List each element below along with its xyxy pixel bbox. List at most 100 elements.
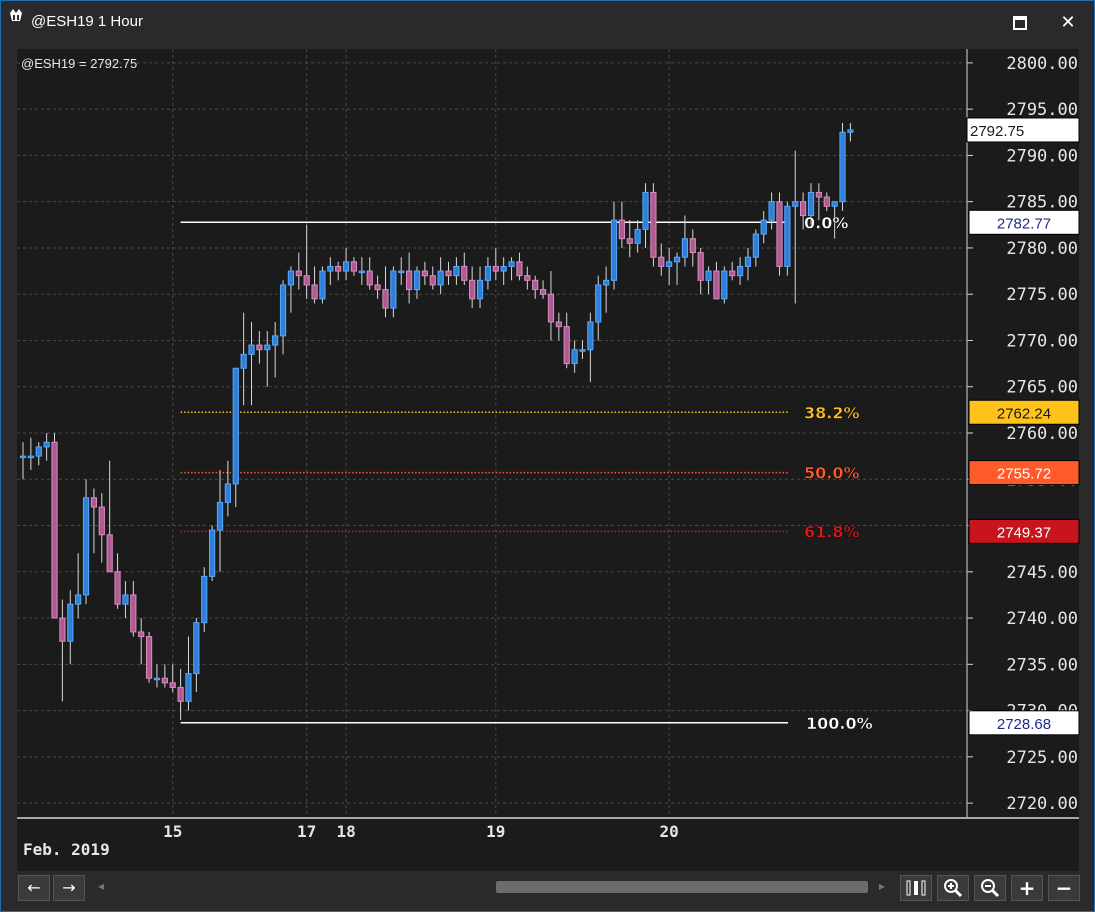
candle-down	[90, 497, 98, 508]
candle-down	[539, 289, 547, 295]
candle-down	[626, 238, 633, 244]
candle-up	[43, 441, 50, 448]
arrow-right-icon: →	[62, 878, 76, 897]
candle-up	[279, 284, 287, 337]
bar-spacing-button[interactable]	[900, 875, 932, 901]
candle-up	[831, 201, 838, 207]
candle-up	[807, 191, 815, 217]
candle-up	[792, 201, 799, 207]
x-tick-label: 15	[163, 822, 182, 841]
bar-spacing-icon	[906, 880, 926, 896]
candle-up	[752, 233, 759, 258]
candle-down	[311, 284, 318, 300]
y-tick-label: 2740.00	[1006, 609, 1078, 629]
candle-down	[815, 191, 822, 198]
remove-bars-button[interactable]: −	[1048, 875, 1080, 901]
candle-up	[27, 455, 34, 459]
candle-down	[697, 252, 704, 281]
scroll-forward-button[interactable]: →	[53, 875, 85, 901]
chart-toolbar: ← → ◂ ▸ + −	[16, 875, 1080, 901]
candle-down	[374, 284, 381, 291]
candle-down	[429, 275, 436, 286]
price-chart[interactable]: 2720.002725.002730.002735.002740.002745.…	[1, 1, 1094, 873]
candle-up	[193, 622, 200, 675]
candle-down	[461, 265, 468, 281]
candle-down	[516, 261, 523, 277]
candle-up	[240, 353, 247, 369]
candle-up	[839, 131, 846, 203]
candle-up	[232, 367, 239, 485]
y-tick-label: 2735.00	[1006, 655, 1078, 675]
fib-price-box-text: 2728.68	[997, 716, 1051, 733]
candle-up	[673, 256, 681, 263]
candle-up	[413, 270, 421, 291]
candle-down	[492, 265, 499, 272]
y-tick-label: 2780.00	[1006, 239, 1078, 259]
candle-up	[484, 265, 492, 281]
zoom-out-button[interactable]	[974, 875, 1006, 901]
zoom-in-icon	[944, 879, 963, 898]
candle-up	[784, 205, 791, 267]
candle-down	[555, 321, 562, 328]
minus-icon: −	[1055, 876, 1073, 900]
x-tick-label: 20	[660, 822, 679, 841]
candle-up	[681, 238, 689, 258]
last-price-text: 2792.75	[970, 123, 1024, 140]
candle-up	[760, 219, 767, 235]
candle-down	[445, 270, 452, 277]
candle-up	[453, 265, 460, 277]
candle-down	[106, 534, 113, 573]
track-left-icon: ◂	[98, 879, 105, 893]
candle-up	[508, 261, 515, 267]
candle-down	[650, 191, 657, 258]
candle-down	[729, 270, 736, 277]
candle-down	[689, 238, 696, 254]
y-tick-label: 2785.00	[1006, 193, 1078, 213]
candle-down	[145, 636, 153, 679]
candle-up	[736, 265, 744, 277]
candle-up	[19, 455, 27, 459]
scroll-track[interactable]: ◂ ▸	[96, 877, 896, 897]
y-tick-label: 2760.00	[1006, 424, 1078, 444]
candle-up	[587, 321, 594, 351]
candle-down	[51, 441, 58, 619]
y-tick-label: 2720.00	[1006, 794, 1078, 814]
plus-icon: +	[1018, 876, 1036, 900]
candle-up	[437, 270, 444, 286]
candle-down	[114, 571, 121, 605]
candle-down	[138, 631, 145, 638]
candle-up	[500, 265, 507, 272]
y-tick-label: 2745.00	[1006, 563, 1078, 583]
zoom-in-button[interactable]	[937, 875, 969, 901]
fib-level-label: 100.0%	[806, 714, 873, 733]
fib-level-label: 50.0%	[804, 464, 860, 483]
candle-up	[358, 270, 365, 274]
y-tick-label: 2770.00	[1006, 331, 1078, 351]
candle-up	[571, 349, 578, 365]
candle-up	[634, 228, 641, 244]
fib-price-box-text: 2782.77	[997, 215, 1051, 232]
candle-down	[350, 261, 358, 272]
candle-down	[524, 275, 531, 281]
candle-up	[272, 335, 279, 346]
candle-down	[713, 270, 720, 300]
fib-price-box-text: 2749.37	[997, 524, 1051, 541]
candle-down	[382, 289, 389, 309]
candle-down	[169, 682, 176, 688]
fib-price-box-text: 2755.72	[997, 466, 1051, 483]
candle-up	[264, 344, 271, 351]
candle-down	[366, 270, 373, 286]
scroll-back-button[interactable]: ←	[18, 875, 50, 901]
candle-up	[721, 270, 728, 300]
add-bars-button[interactable]: +	[1011, 875, 1043, 901]
arrow-left-icon: ←	[27, 878, 41, 897]
candle-up	[67, 603, 74, 642]
candle-down	[469, 279, 476, 300]
candle-down	[335, 265, 342, 272]
scroll-thumb[interactable]	[496, 881, 868, 893]
candle-up	[287, 270, 295, 286]
y-tick-label: 2800.00	[1006, 54, 1078, 74]
candle-up	[82, 497, 90, 596]
candle-up	[579, 349, 586, 352]
candle-down	[98, 506, 105, 536]
